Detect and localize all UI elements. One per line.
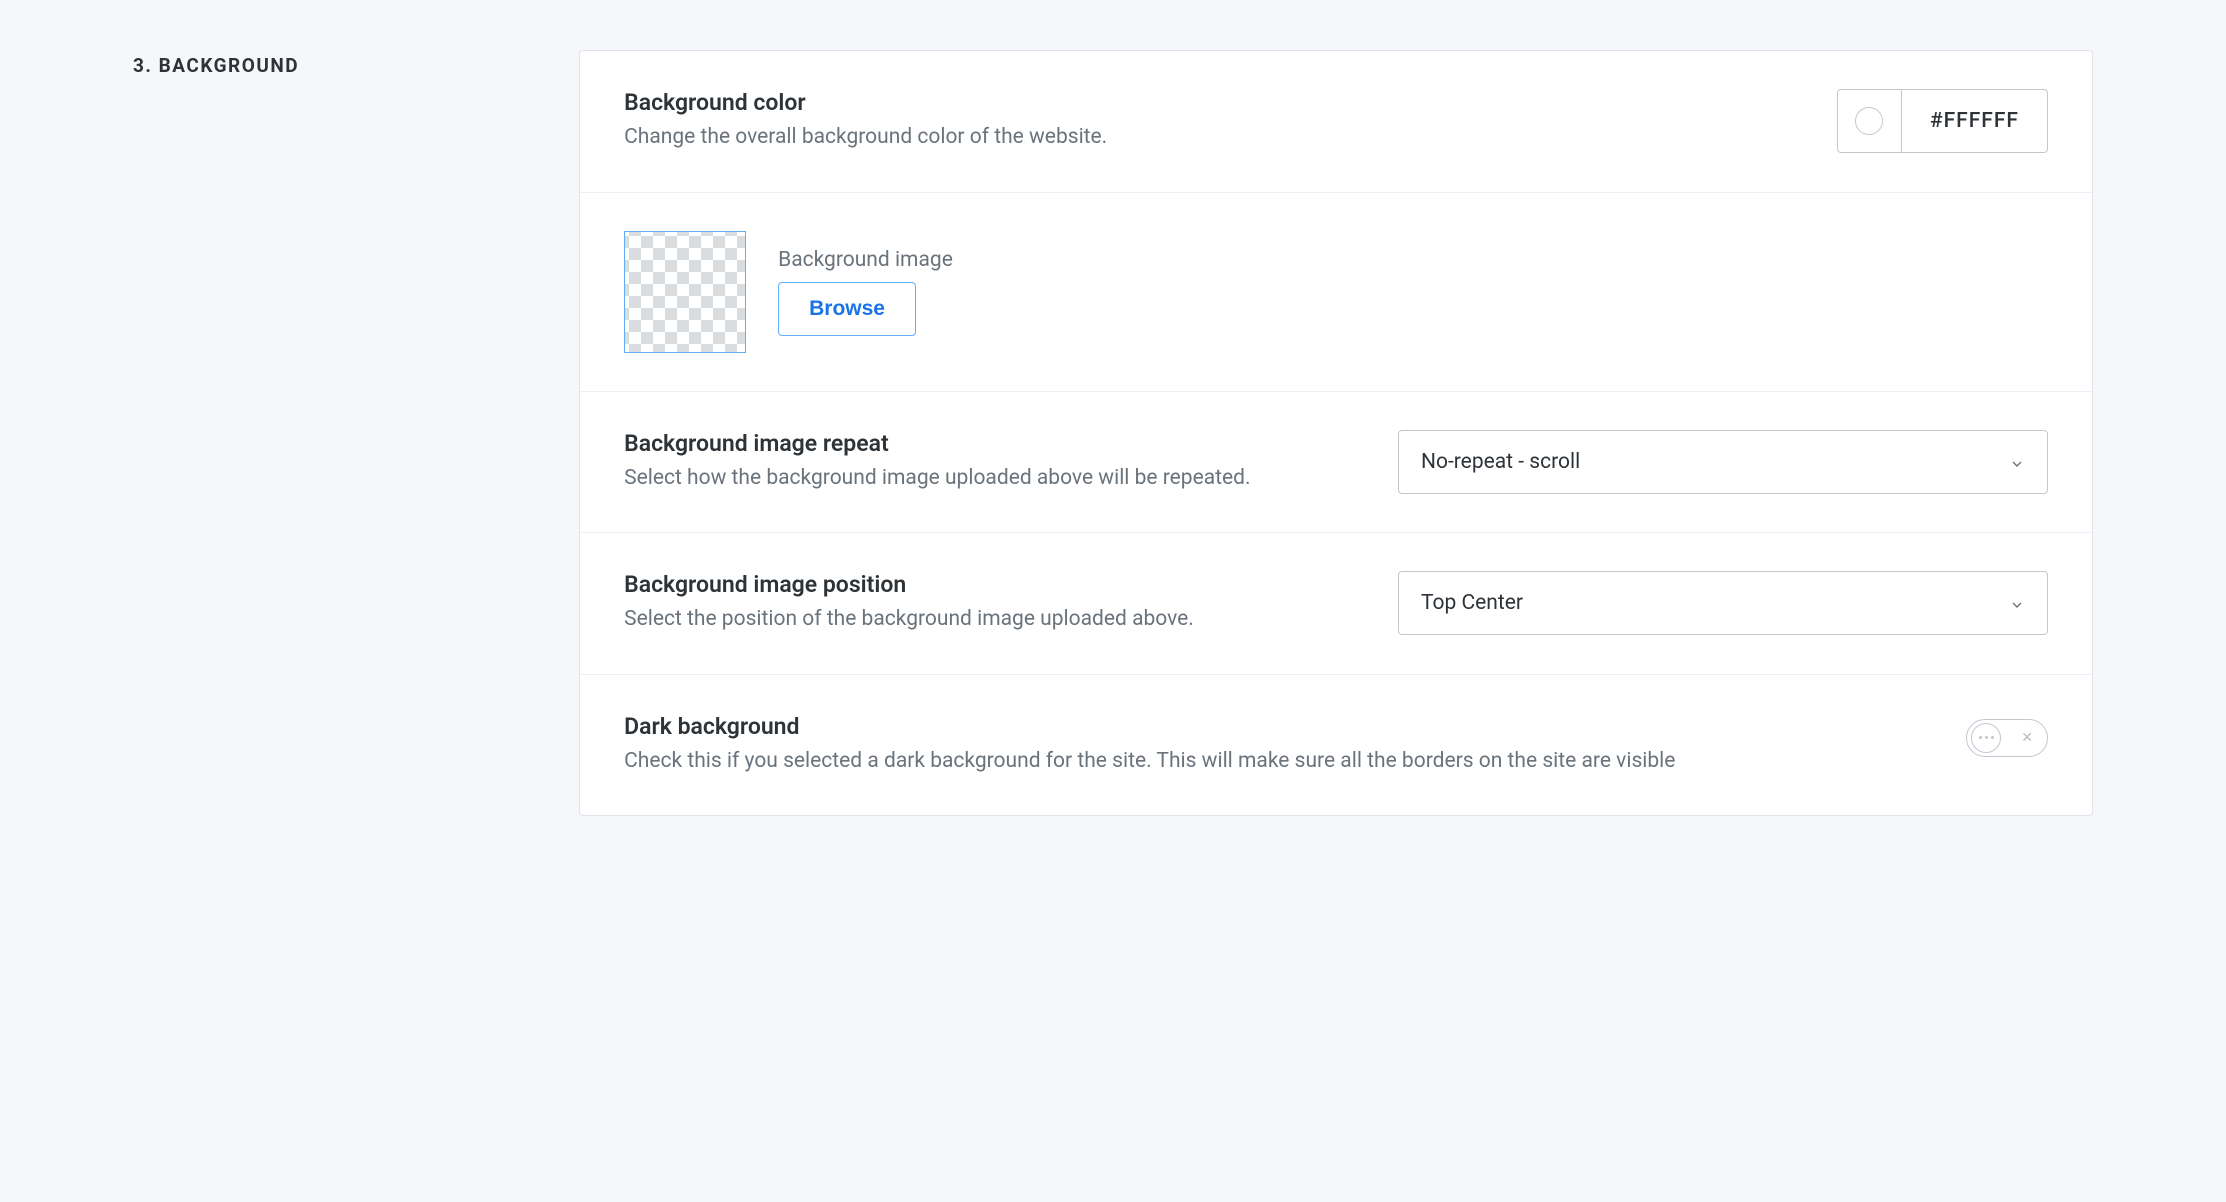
background-image-label: Background image: [778, 248, 953, 272]
background-color-description: Change the overall background color of t…: [624, 122, 1797, 154]
background-position-description: Select the position of the background im…: [624, 604, 1264, 636]
close-icon: ✕: [2021, 731, 2033, 745]
background-color-picker[interactable]: #FFFFFF: [1837, 89, 2048, 153]
dark-background-description: Check this if you selected a dark backgr…: [624, 746, 1926, 778]
chevron-down-icon: [2009, 454, 2025, 470]
color-hex-value: #FFFFFF: [1902, 90, 2047, 152]
dark-background-row: Dark background Check this if you select…: [580, 675, 2092, 816]
background-settings-panel: Background color Change the overall back…: [579, 50, 2093, 816]
background-image-row: Background image Browse: [580, 193, 2092, 392]
background-position-value: Top Center: [1421, 591, 1523, 615]
background-color-title: Background color: [624, 89, 1797, 116]
toggle-knob: [1971, 723, 2001, 753]
browse-button[interactable]: Browse: [778, 282, 916, 336]
background-repeat-row: Background image repeat Select how the b…: [580, 392, 2092, 534]
background-repeat-description: Select how the background image uploaded…: [624, 463, 1264, 495]
chevron-down-icon: [2009, 595, 2025, 611]
color-swatch-circle: [1855, 107, 1883, 135]
section-number: 3.: [133, 54, 152, 77]
background-color-row: Background color Change the overall back…: [580, 51, 2092, 193]
background-repeat-select[interactable]: No-repeat - scroll: [1398, 430, 2048, 494]
dark-background-toggle[interactable]: ✕: [1966, 719, 2048, 757]
background-position-row: Background image position Select the pos…: [580, 533, 2092, 675]
background-repeat-value: No-repeat - scroll: [1421, 450, 1580, 474]
background-repeat-title: Background image repeat: [624, 430, 1264, 457]
dark-background-title: Dark background: [624, 713, 1926, 740]
background-image-thumbnail[interactable]: [624, 231, 746, 353]
color-swatch-box: [1838, 90, 1902, 152]
background-position-select[interactable]: Top Center: [1398, 571, 2048, 635]
background-position-title: Background image position: [624, 571, 1264, 598]
section-heading: 3. BACKGROUND: [133, 50, 299, 816]
section-title: BACKGROUND: [159, 54, 299, 77]
